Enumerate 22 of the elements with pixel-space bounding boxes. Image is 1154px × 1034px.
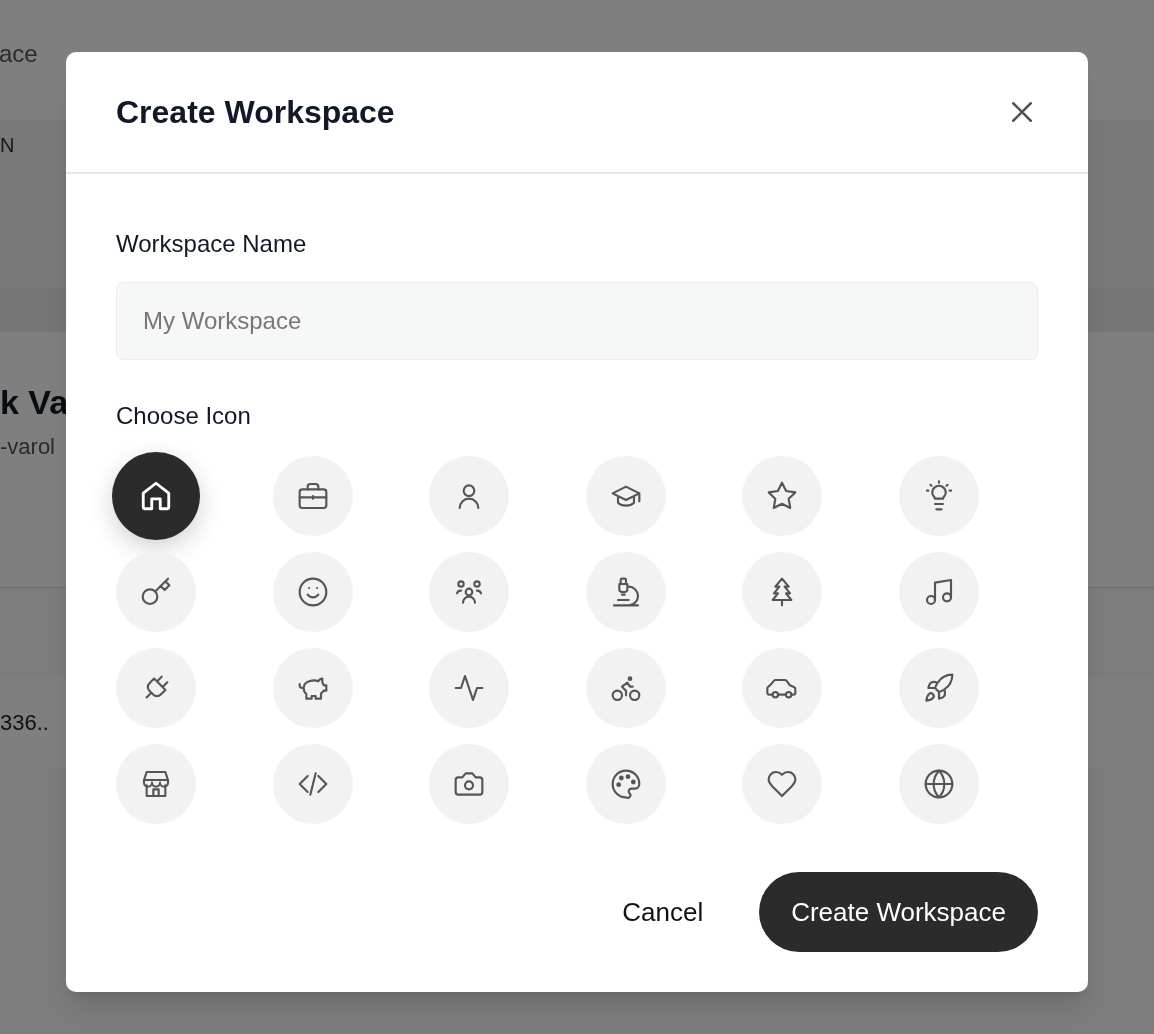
heart-icon bbox=[766, 768, 799, 800]
cancel-button[interactable]: Cancel bbox=[622, 892, 704, 932]
create-workspace-button[interactable]: Create Workspace bbox=[759, 872, 1038, 952]
star-icon bbox=[766, 480, 799, 512]
rocket-icon bbox=[922, 672, 955, 704]
id-value: 336.. bbox=[0, 710, 49, 735]
smiley-icon bbox=[296, 576, 329, 608]
column-label: N bbox=[0, 133, 16, 158]
workspace-name-field[interactable]: My Workspace bbox=[116, 282, 1038, 360]
briefcase-icon bbox=[296, 480, 329, 512]
dialog-title: Create Workspace bbox=[116, 93, 395, 132]
profile-handle: -varol bbox=[0, 433, 56, 461]
profile-name: k Va bbox=[0, 382, 70, 423]
field-label: Choose Icon bbox=[116, 401, 252, 431]
page-subtitle: ace bbox=[0, 40, 38, 67]
home-icon bbox=[139, 479, 173, 513]
storefront-icon bbox=[140, 768, 172, 800]
globe-icon bbox=[922, 768, 955, 800]
key-icon bbox=[140, 576, 172, 608]
field-label: Workspace Name bbox=[116, 229, 308, 259]
pulse-icon bbox=[453, 672, 486, 704]
palette-icon bbox=[609, 768, 642, 800]
